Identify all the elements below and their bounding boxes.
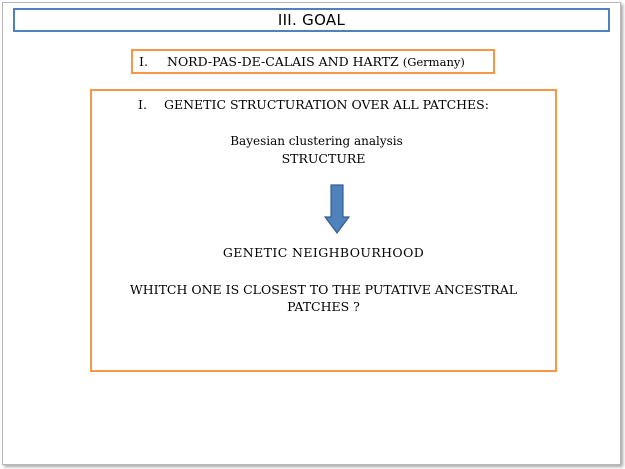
question-line1: WHITCH ONE IS CLOSEST TO THE PUTATIVE AN… — [129, 282, 518, 297]
heading-text: GENETIC STRUCTURATION OVER ALL PATCHES: — [164, 97, 489, 112]
down-arrow-shape — [324, 184, 350, 234]
subtitle-text-wrapper: NORD-PAS-DE-CALAIS AND HARTZ (Germany) — [167, 51, 465, 73]
content-heading: I. GENETIC STRUCTURATION OVER ALL PATCHE… — [92, 97, 555, 115]
slide: III. GOAL I. NORD-PAS-DE-CALAIS AND HART… — [2, 2, 621, 465]
down-arrow-icon — [324, 184, 350, 234]
method-line2: STRUCTURE — [281, 151, 366, 166]
result-text: GENETIC NEIGHBOURHOOD — [222, 245, 425, 260]
method-block: Bayesian clustering analysis STRUCTURE — [92, 134, 555, 166]
heading-number: I. — [138, 97, 147, 112]
method-line1: Bayesian clustering analysis — [230, 134, 403, 148]
subtitle-number: I. — [139, 54, 148, 69]
slide-title-box: III. GOAL — [13, 8, 610, 32]
subtitle-paren: (Germany) — [402, 55, 465, 69]
question-line2: PATCHES ? — [287, 299, 360, 314]
subtitle-box: I. NORD-PAS-DE-CALAIS AND HARTZ (Germany… — [131, 49, 495, 74]
slide-title: III. GOAL — [277, 11, 346, 29]
content-box: I. GENETIC STRUCTURATION OVER ALL PATCHE… — [90, 89, 557, 372]
subtitle-text: NORD-PAS-DE-CALAIS AND HARTZ — [167, 54, 399, 69]
question-block: WHITCH ONE IS CLOSEST TO THE PUTATIVE AN… — [92, 281, 555, 315]
